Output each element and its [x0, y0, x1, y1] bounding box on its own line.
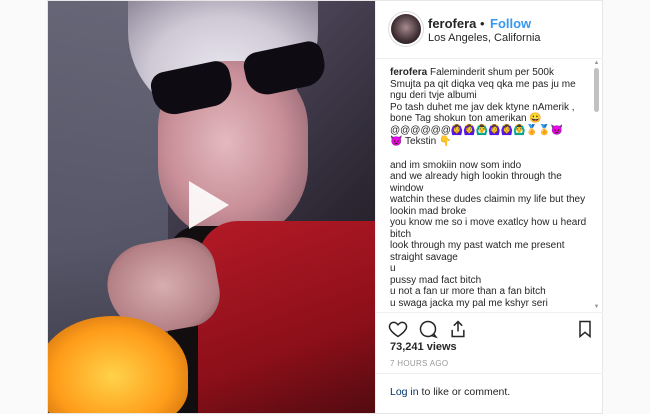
play-icon[interactable] — [189, 181, 229, 229]
post-timestamp[interactable]: 7 HOURS AGO — [390, 359, 448, 368]
caption-line: Po tash duhet me jav dek ktyne nAmerik ,… — [390, 101, 575, 125]
post-caption: ferofera Faleminderit shum per 500k Smuj… — [390, 67, 590, 311]
bookmark-icon[interactable] — [575, 319, 595, 339]
caption-line: @@@@@@🙆‍♀️🙆‍♀️🙆‍♂️🙆‍♀️🙆‍♀️🙆‍♂️🏅🏅😈 — [390, 124, 563, 136]
comment-icon[interactable] — [418, 319, 438, 339]
lyrics-line: u — [390, 263, 396, 274]
scrollbar-thumb[interactable] — [594, 68, 599, 112]
scroll-down-arrow[interactable]: ▼ — [593, 304, 600, 310]
share-icon[interactable] — [448, 319, 468, 339]
lyrics-line: u not a fan ur more than a fan bitch — [390, 286, 546, 297]
avatar[interactable] — [391, 14, 421, 44]
lyrics-line: you know me so i move exatlcy how u hear… — [390, 217, 587, 240]
caption-line: Smujta pa qit diqka veq qka me pas ju me… — [390, 78, 576, 102]
location-link[interactable]: Los Angeles, California — [428, 32, 541, 44]
lyrics-line: and we already high lookin through the w… — [390, 171, 562, 194]
header-username[interactable]: ferofera — [428, 16, 476, 31]
post-header: ferofera • Follow Los Angeles, Californi… — [376, 1, 603, 59]
lyrics-line: and im smokiin now som indo — [390, 159, 522, 171]
views-count[interactable]: 73,241 views — [390, 341, 457, 353]
heart-icon[interactable] — [388, 319, 408, 339]
separator-dot: • — [480, 16, 485, 31]
caption-username[interactable]: ferofera — [390, 67, 427, 78]
login-link[interactable]: Log in — [390, 386, 419, 398]
instagram-post: ferofera • Follow Los Angeles, Californi… — [47, 0, 603, 414]
lyrics-line: u swaga jacka my pal me kshyr seri — [390, 297, 548, 309]
scroll-up-arrow[interactable]: ▲ — [593, 60, 600, 66]
login-prompt: Log in to like or comment. — [390, 386, 511, 398]
follow-button[interactable]: Follow — [490, 16, 531, 31]
video-media[interactable] — [48, 1, 375, 413]
lyrics-line: look through my past watch me present st… — [390, 240, 565, 263]
caption-line: 😈 Tekstin 👇 — [390, 136, 452, 147]
lyrics-line: watchin these dudes claimin my life but … — [390, 194, 586, 217]
red-jacket — [198, 221, 375, 413]
lyrics-line: pussy mad fact bitch — [390, 274, 482, 286]
caption-line: ferofera Faleminderit shum per 500k — [390, 67, 554, 78]
post-sidebar: ferofera • Follow Los Angeles, Californi… — [375, 1, 603, 413]
